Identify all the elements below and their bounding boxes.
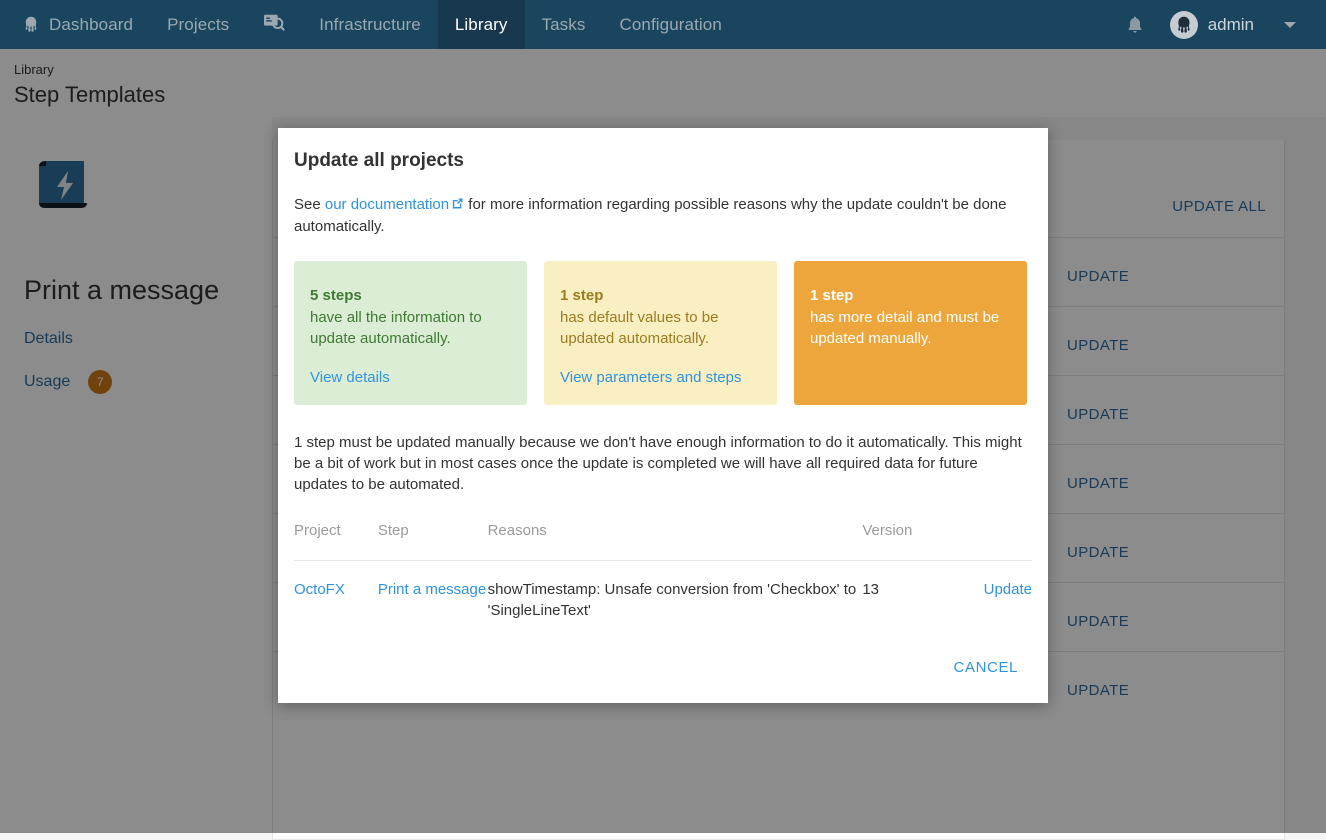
nav-item-infrastructure-icon[interactable] <box>246 0 302 49</box>
dialog-description: See our documentation for more informati… <box>294 194 1024 237</box>
external-link-icon <box>451 195 464 216</box>
card-count: 1 step <box>560 285 761 307</box>
top-navigation-bar: Dashboard Projects Infrastructure Librar… <box>0 0 1326 49</box>
header-step: Step <box>378 522 488 561</box>
cell-update-link[interactable]: Update <box>952 561 1032 632</box>
user-name-label: admin <box>1208 15 1254 35</box>
nav-item-tasks[interactable]: Tasks <box>525 0 603 49</box>
card-text: has default values to be updated automat… <box>560 307 761 349</box>
nav-item-projects[interactable]: Projects <box>150 0 246 49</box>
nav-label: Tasks <box>542 15 586 35</box>
view-details-link[interactable]: View details <box>310 369 390 386</box>
header-project: Project <box>294 522 378 561</box>
nav-item-infrastructure[interactable]: Infrastructure <box>302 0 438 49</box>
table-header-row: Project Step Reasons Version <box>294 522 1032 561</box>
nav-item-library[interactable]: Library <box>438 0 525 49</box>
table-row: OctoFX Print a message showTimestamp: Un… <box>294 561 1032 632</box>
card-count: 5 steps <box>310 285 511 307</box>
octopus-avatar-icon <box>1170 11 1198 39</box>
chevron-down-icon[interactable] <box>1260 22 1312 28</box>
cell-project[interactable]: OctoFX <box>294 561 378 632</box>
octopus-icon <box>22 16 40 34</box>
card-count: 1 step <box>810 285 1011 307</box>
nav-label: Library <box>455 15 508 35</box>
manual-steps-table: Project Step Reasons Version OctoFX Prin… <box>294 522 1032 631</box>
nav-spacer <box>739 0 1110 49</box>
nav-right-group: admin <box>1110 0 1326 49</box>
nav-label: Infrastructure <box>319 15 421 35</box>
documentation-link[interactable]: our documentation <box>325 196 449 213</box>
cell-reasons: showTimestamp: Unsafe conversion from 'C… <box>488 561 863 632</box>
summary-card-defaults: 1 step has default values to be updated … <box>544 261 777 405</box>
dialog-footer: CANCEL <box>278 631 1048 703</box>
cell-version: 13 <box>862 561 952 632</box>
view-parameters-and-steps-link[interactable]: View parameters and steps <box>560 369 742 386</box>
header-reasons: Reasons <box>488 522 863 561</box>
summary-card-automatic: 5 steps have all the information to upda… <box>294 261 527 405</box>
cell-step[interactable]: Print a message <box>378 561 488 632</box>
header-version: Version <box>862 522 952 561</box>
card-text: has more detail and must be updated manu… <box>810 307 1011 349</box>
card-text: have all the information to update autom… <box>310 307 511 349</box>
infrastructure-search-icon <box>263 12 285 37</box>
nav-label: Projects <box>167 15 229 35</box>
manual-update-note: 1 step must be updated manually because … <box>294 432 1026 495</box>
nav-item-configuration[interactable]: Configuration <box>603 0 739 49</box>
nav-label: Configuration <box>620 15 722 35</box>
dialog-body: Update all projects See our documentatio… <box>278 128 1048 631</box>
cancel-button[interactable]: CANCEL <box>944 651 1028 684</box>
user-menu[interactable]: admin <box>1160 11 1260 39</box>
nav-label: Dashboard <box>49 15 133 35</box>
bell-icon[interactable] <box>1110 15 1160 35</box>
dialog-title: Update all projects <box>294 148 1032 174</box>
summary-card-manual: 1 step has more detail and must be updat… <box>794 261 1027 405</box>
summary-cards: 5 steps have all the information to upda… <box>294 261 1032 405</box>
update-all-projects-dialog: Update all projects See our documentatio… <box>278 128 1048 703</box>
desc-prefix: See <box>294 196 325 213</box>
nav-item-dashboard[interactable]: Dashboard <box>0 0 150 49</box>
header-action <box>952 522 1032 561</box>
